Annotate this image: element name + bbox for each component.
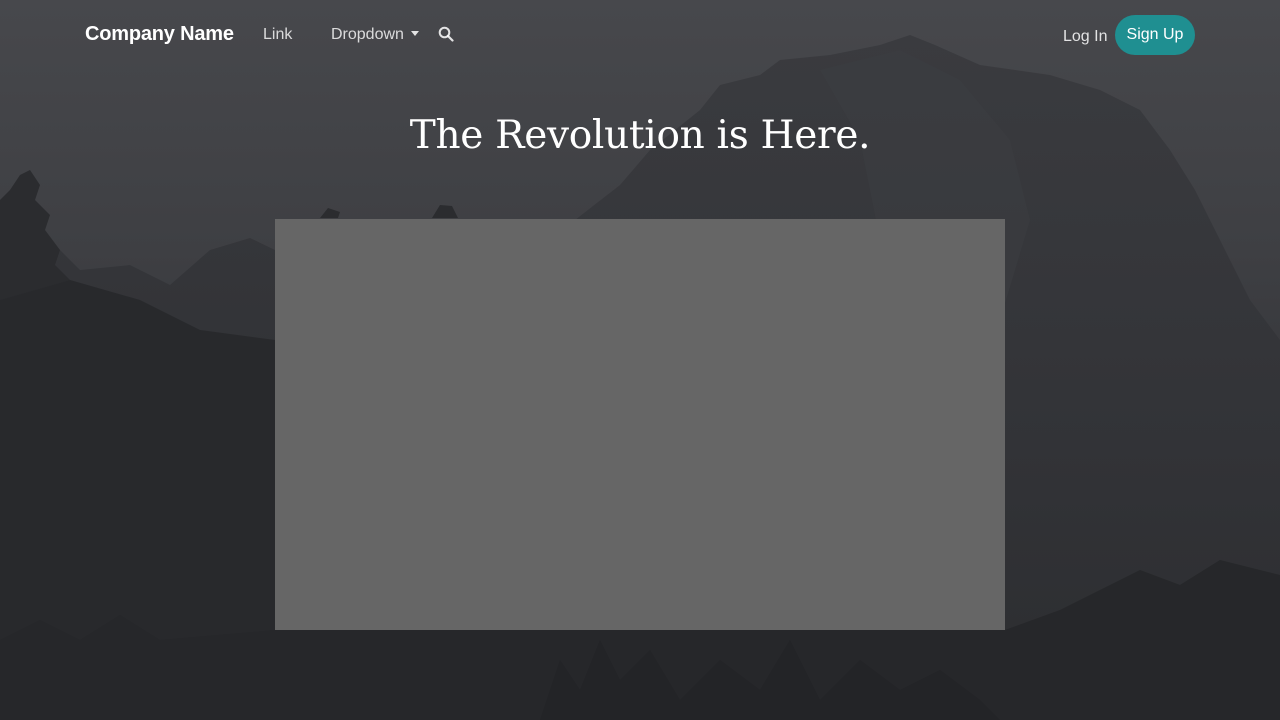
signup-button[interactable]: Sign Up — [1115, 15, 1195, 55]
login-link[interactable]: Log In — [1063, 28, 1107, 46]
hero-section: Company Name Link Dropdown Log In Sign U… — [0, 0, 1280, 720]
nav-link[interactable]: Link — [263, 26, 292, 44]
nav-dropdown-toggle[interactable]: Dropdown — [331, 26, 419, 44]
hero-headline: The Revolution is Here. — [409, 113, 871, 158]
top-navbar: Company Name Link Dropdown Log In Sign U… — [0, 0, 1280, 70]
nav-dropdown-label: Dropdown — [331, 26, 404, 43]
brand-link[interactable]: Company Name — [85, 23, 234, 46]
caret-down-icon — [410, 31, 419, 36]
search-icon[interactable] — [438, 26, 456, 44]
media-placeholder — [275, 219, 1005, 630]
